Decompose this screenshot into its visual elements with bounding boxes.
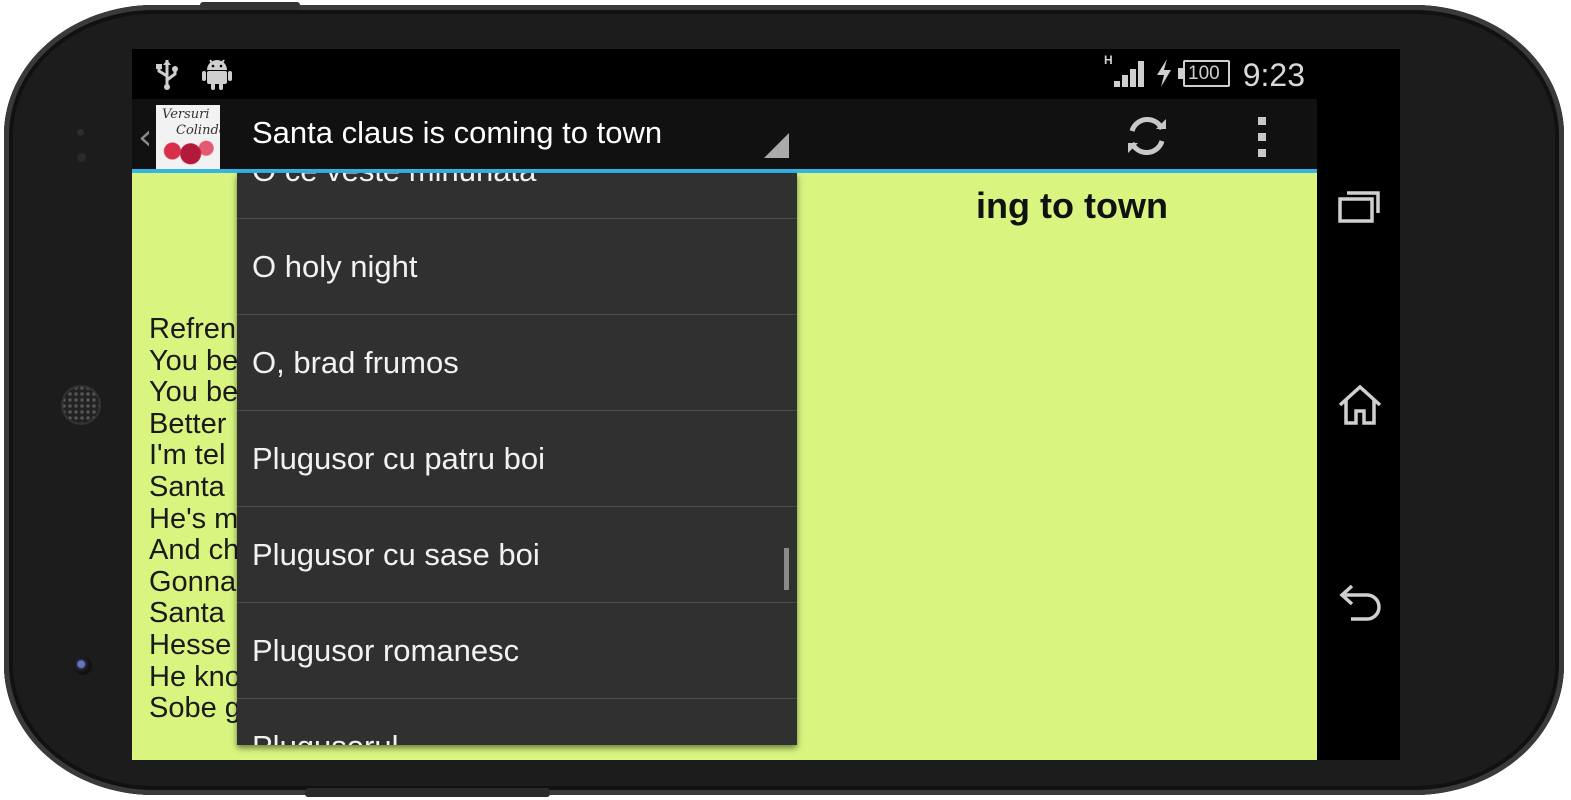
up-navigation-icon[interactable]: ‹ [138,117,152,158]
battery-icon: 100 [1178,60,1230,87]
lyric-line: He kno [149,660,241,693]
lyric-line: Santa [149,597,225,630]
dropdown-item-label: O holy night [252,249,418,284]
lyric-line: He's m [149,502,239,535]
recent-apps-icon[interactable] [1337,189,1381,225]
dropdown-item[interactable]: Plugusor cu patru boi [237,411,797,507]
front-sensor [77,153,86,162]
spinner-selected-value: Santa claus is coming to town [252,115,663,150]
earpiece-speaker [61,385,101,425]
lyrics-list: Refren You be You be Better I'm tel Sant… [149,313,241,725]
lyric-line: Santa [149,470,225,503]
clock: 9:23 [1242,57,1305,93]
action-bar: ‹ Versuri Colinde Santa claus is coming … [132,99,1317,173]
dropdown-item[interactable]: O holy night [237,219,797,315]
dropdown-item[interactable]: O, brad frumos [237,315,797,411]
dropdown-item-label: Plugusorul [252,729,398,745]
lyric-line: Better [149,407,227,440]
home-icon[interactable] [1337,383,1383,427]
lyric-line: Refren [149,313,237,345]
charging-icon [1157,59,1171,87]
power-button [305,788,550,797]
dropdown-item-label: Plugusor cu patru boi [252,441,545,476]
lyric-line: Hesse [149,628,232,661]
dropdown-item-label: Plugusor romanesc [252,633,520,668]
navigation-bar [1317,49,1400,760]
refresh-icon[interactable] [1122,111,1172,161]
proximity-sensor [77,129,84,136]
lyric-line: And ch [149,534,240,567]
dropdown-item[interactable]: O ce veste minunata [237,173,797,219]
song-spinner[interactable]: Santa claus is coming to town [232,99,792,169]
lyric-line: Gonna [149,565,237,598]
dropdown-item[interactable]: Plugusorul [237,699,797,745]
app-icon[interactable]: Versuri Colinde [156,105,220,169]
dropdown-scrollbar[interactable] [784,548,789,590]
lyric-line: Sobe g [149,692,241,725]
back-icon[interactable] [1337,583,1383,623]
flowers-image [162,137,214,165]
dropdown-item-label: O, brad frumos [252,345,459,380]
dropdown-item-label: Plugusor cu sase boi [252,537,540,572]
lyric-line: You be [149,344,239,377]
front-camera [74,657,92,675]
spinner-arrow-icon [764,133,789,158]
signal-icon [1114,61,1144,87]
song-title-text: ing to town [976,185,1168,226]
android-icon [202,59,232,90]
device-screen: H 100 9:23 ‹ Versuri Colinde [132,49,1400,760]
phone-frame: H 100 9:23 ‹ Versuri Colinde [4,5,1564,795]
dropdown-item[interactable]: Plugusor cu sase boi [237,507,797,603]
lyric-line: You be [149,376,239,409]
status-bar: H 100 9:23 [132,49,1317,99]
lyric-line: I'm tel [149,439,226,472]
app-icon-text-1: Versuri [162,107,210,122]
song-dropdown-list[interactable]: O ce veste minunata O holy night O, brad… [237,173,797,745]
app-icon-text-2: Colinde [176,123,220,138]
dropdown-item-label: O ce veste minunata [252,173,536,189]
dropdown-items: O ce veste minunata O holy night O, brad… [237,173,797,745]
usb-icon [156,60,178,90]
battery-level: 100 [1188,63,1220,84]
overflow-menu-icon[interactable] [1242,113,1282,161]
dropdown-item[interactable]: Plugusor romanesc [237,603,797,699]
volume-button [200,2,300,10]
